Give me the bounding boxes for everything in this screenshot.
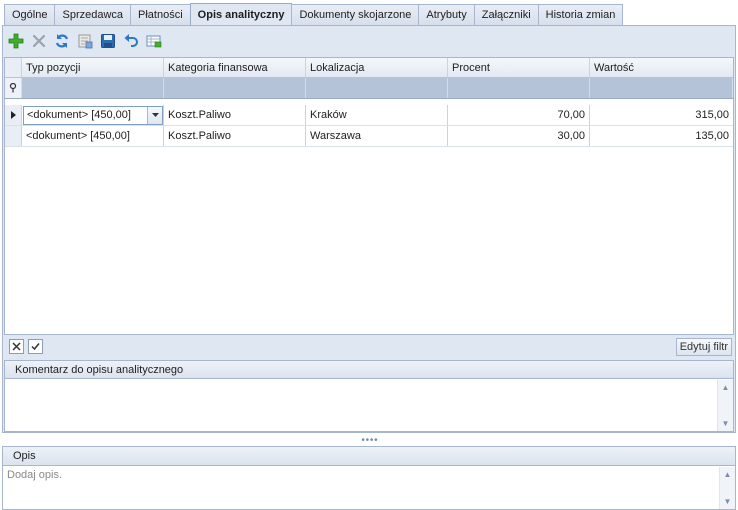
add-icon[interactable] <box>6 31 25 50</box>
column-header-procent[interactable]: Procent <box>448 58 590 77</box>
tab-platnosci[interactable]: Płatności <box>130 4 191 25</box>
vertical-scrollbar[interactable]: ▲ ▼ <box>717 380 733 431</box>
tab-ogolne[interactable]: Ogólne <box>4 4 56 25</box>
filter-kategoria[interactable] <box>164 78 306 98</box>
vertical-scrollbar[interactable]: ▲ ▼ <box>719 467 735 509</box>
comment-scrollbar[interactable]: ▲ ▼ <box>717 380 733 431</box>
scroll-down-icon[interactable]: ▼ <box>724 497 732 506</box>
filter-row <box>5 78 733 99</box>
filter-wartosc[interactable] <box>590 78 733 98</box>
filter-procent[interactable] <box>448 78 590 98</box>
panel-splitter-grip-icon[interactable]: • • • • <box>0 435 738 446</box>
scroll-down-icon[interactable]: ▼ <box>722 419 730 428</box>
tab-atrybuty[interactable]: Atrybuty <box>418 4 475 25</box>
combo-value: <dokument> [450,00] <box>27 109 131 121</box>
column-header-wartosc[interactable]: Wartość <box>590 58 733 77</box>
cell-typ-pozycji[interactable]: <dokument> [450,00] <box>22 105 164 125</box>
analytic-description-grid: Typ pozycji Kategoria finansowa Lokaliza… <box>4 57 734 357</box>
opis-placeholder: Dodaj opis. <box>7 469 63 481</box>
comment-section-header: Komentarz do opisu analitycznego <box>4 360 734 379</box>
current-row-indicator-icon <box>5 105 22 125</box>
toolbar <box>6 31 163 53</box>
save-icon[interactable] <box>98 31 117 50</box>
grid-footer: Edytuj filtr <box>4 334 734 357</box>
tab-opis-analityczny[interactable]: Opis analityczny <box>189 3 293 25</box>
filter-pin-icon <box>5 78 22 98</box>
row-indicator-header <box>5 58 22 77</box>
cell-procent[interactable]: 70,00 <box>448 105 590 125</box>
table-row[interactable]: <dokument> [450,00] Koszt.Paliwo Warszaw… <box>5 126 733 147</box>
cell-kategoria[interactable]: Koszt.Paliwo <box>164 105 306 125</box>
undo-icon[interactable] <box>121 31 140 50</box>
tab-sprzedawca[interactable]: Sprzedawca <box>54 4 132 25</box>
chevron-down-icon[interactable] <box>147 106 162 124</box>
cell-typ-pozycji[interactable]: <dokument> [450,00] <box>22 126 164 146</box>
tab-dokumenty-skojarzone[interactable]: Dokumenty skojarzone <box>291 4 420 25</box>
typ-pozycji-combobox[interactable]: <dokument> [450,00] <box>23 105 163 125</box>
opis-textarea[interactable]: Dodaj opis. <box>2 466 736 510</box>
tab-zalaczniki[interactable]: Załączniki <box>473 4 539 25</box>
tab-historia-zmian[interactable]: Historia zmian <box>537 4 624 25</box>
cell-wartosc[interactable]: 315,00 <box>590 105 733 125</box>
cell-lokalizacja[interactable]: Warszawa <box>306 126 448 146</box>
tab-bar: Ogólne Sprzedawca Płatności Opis anality… <box>4 3 624 25</box>
opis-scrollbar[interactable]: ▲ ▼ <box>719 467 735 509</box>
cell-lokalizacja[interactable]: Kraków <box>306 105 448 125</box>
filter-typ-pozycji[interactable] <box>22 78 164 98</box>
filter-enabled-checkbox[interactable] <box>28 339 43 354</box>
comment-textarea[interactable] <box>4 379 734 432</box>
edit-record-icon[interactable] <box>75 31 94 50</box>
grid-header: Typ pozycji Kategoria finansowa Lokaliza… <box>5 58 733 78</box>
cell-kategoria[interactable]: Koszt.Paliwo <box>164 126 306 146</box>
filter-lokalizacja[interactable] <box>306 78 448 98</box>
cell-wartosc[interactable]: 135,00 <box>590 126 733 146</box>
clear-filter-icon[interactable] <box>9 339 24 354</box>
scroll-up-icon[interactable]: ▲ <box>722 383 730 392</box>
grid-settings-icon[interactable] <box>144 31 163 50</box>
cell-procent[interactable]: 30,00 <box>448 126 590 146</box>
opis-section-header: Opis <box>2 446 736 466</box>
column-header-kategoria[interactable]: Kategoria finansowa <box>164 58 306 77</box>
delete-icon[interactable] <box>29 31 48 50</box>
table-row[interactable]: <dokument> [450,00] Koszt.Paliwo Kraków … <box>5 105 733 126</box>
column-header-typ-pozycji[interactable]: Typ pozycji <box>22 58 164 77</box>
scroll-up-icon[interactable]: ▲ <box>724 470 732 479</box>
column-header-lokalizacja[interactable]: Lokalizacja <box>306 58 448 77</box>
row-indicator <box>5 126 22 146</box>
refresh-icon[interactable] <box>52 31 71 50</box>
edit-filter-button[interactable]: Edytuj filtr <box>675 338 732 356</box>
